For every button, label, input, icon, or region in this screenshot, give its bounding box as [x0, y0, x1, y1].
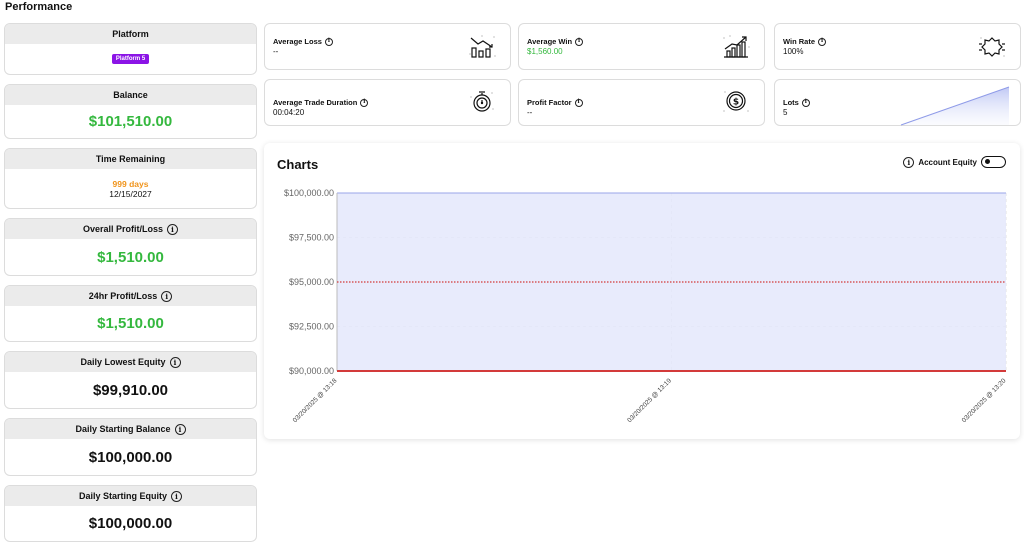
platform-label: Platform [5, 24, 256, 44]
equity-chart: $90,000.00 $92,500.00 $95,000.00 $97,500.00… [284, 188, 1008, 424]
balance-value: $101,510.00 [88, 113, 173, 130]
x-tick-label: 03/20/2025 @ 13:18 [292, 377, 339, 424]
profit-factor-label: Profit Factor [527, 98, 572, 107]
pl-24h-label: 24hr Profit/Loss [88, 291, 158, 301]
average-trade-duration-card: Average Trade Duration i 00:04:20 [264, 79, 511, 126]
average-loss-label: Average Loss [273, 37, 322, 46]
average-loss-card: Average Loss i -- [264, 23, 511, 70]
daily-starting-balance-value: $100,000.00 [88, 448, 173, 466]
daily-starting-equity-value: $100,000.00 [88, 515, 173, 532]
overall-pl-label: Overall Profit/Loss [82, 224, 164, 234]
overall-pl-card: Overall Profit/Loss i $1,510.00 [4, 218, 257, 276]
daily-starting-equity-card: Daily Starting Equity i $100,000.00 [4, 485, 257, 542]
average-win-value: $1,560.00 [527, 47, 563, 56]
y-tick-label: $95,000.00 [289, 277, 334, 287]
page-title: Performance [5, 1, 73, 13]
win-rate-label: Win Rate [783, 37, 816, 46]
x-tick-label: 03/20/2025 @ 13:20 [961, 377, 1008, 424]
profit-factor-card: Profit Factor i -- $ [518, 79, 765, 126]
charts-panel: Charts i Account Equity $90,000.00 $92,50… [264, 143, 1020, 439]
lots-label: Lots [783, 98, 799, 107]
daily-starting-balance-card: Daily Starting Balance i $100,000.00 [4, 418, 257, 476]
time-remaining-label: Time Remaining [5, 149, 256, 169]
info-icon[interactable]: i [161, 290, 173, 302]
daily-starting-balance-label: Daily Starting Balance [75, 424, 171, 434]
y-tick-label: $97,500.00 [289, 233, 334, 243]
info-icon[interactable]: i [575, 37, 584, 46]
pl-24h-value: $1,510.00 [97, 315, 164, 332]
chart-up-icon [723, 35, 750, 58]
info-icon[interactable]: i [174, 423, 186, 435]
info-icon[interactable]: i [574, 98, 583, 107]
platform-card: Platform Platform 5 [4, 23, 257, 75]
info-icon[interactable]: i [169, 356, 181, 368]
info-icon[interactable]: i [360, 98, 369, 107]
time-remaining-card: Time Remaining 999 days 12/15/2027 [4, 148, 257, 209]
coin-icon: $ [723, 91, 749, 112]
balance-label: Balance [5, 85, 256, 105]
lots-card: Lots i 5 [774, 79, 1021, 126]
lots-sparkline [900, 86, 1010, 126]
average-win-card: Average Win i $1,560.00 [518, 23, 765, 70]
daily-lowest-equity-label: Daily Lowest Equity [80, 357, 166, 367]
x-tick-label: 03/20/2025 @ 13:19 [626, 377, 673, 424]
y-tick-label: $92,500.00 [289, 322, 334, 332]
pl-24h-card: 24hr Profit/Loss i $1,510.00 [4, 285, 257, 342]
average-trade-duration-label: Average Trade Duration [273, 98, 358, 107]
info-icon[interactable]: i [324, 37, 333, 46]
info-icon[interactable]: i [171, 490, 182, 502]
chart-down-icon [469, 35, 496, 58]
average-loss-value: -- [273, 47, 279, 56]
info-icon[interactable]: i [818, 37, 827, 46]
profit-factor-value: -- [527, 108, 533, 117]
average-trade-duration-value: 00:04:20 [273, 108, 305, 117]
y-tick-label: $90,000.00 [289, 366, 334, 376]
info-icon[interactable]: i [801, 98, 810, 107]
info-icon[interactable]: i [167, 223, 179, 235]
overall-pl-value: $1,510.00 [97, 248, 164, 266]
win-rate-card: Win Rate i 100% [774, 23, 1021, 70]
lots-value: 5 [783, 108, 788, 117]
stopwatch-icon [470, 91, 494, 112]
daily-lowest-equity-value: $99,910.00 [92, 381, 169, 399]
platform-badge[interactable]: Platform 5 [111, 54, 150, 64]
days-remaining: 999 days [112, 178, 149, 189]
balance-card: Balance $101,510.00 [4, 84, 257, 139]
average-win-label: Average Win [527, 37, 573, 46]
svg-text:$: $ [733, 98, 739, 108]
y-tick-label: $100,000.00 [284, 188, 334, 198]
badge-icon [979, 37, 1005, 57]
end-date: 12/15/2027 [109, 188, 152, 199]
daily-lowest-equity-card: Daily Lowest Equity i $99,910.00 [4, 351, 257, 409]
daily-starting-equity-label: Daily Starting Equity [78, 491, 167, 501]
win-rate-value: 100% [783, 47, 804, 56]
